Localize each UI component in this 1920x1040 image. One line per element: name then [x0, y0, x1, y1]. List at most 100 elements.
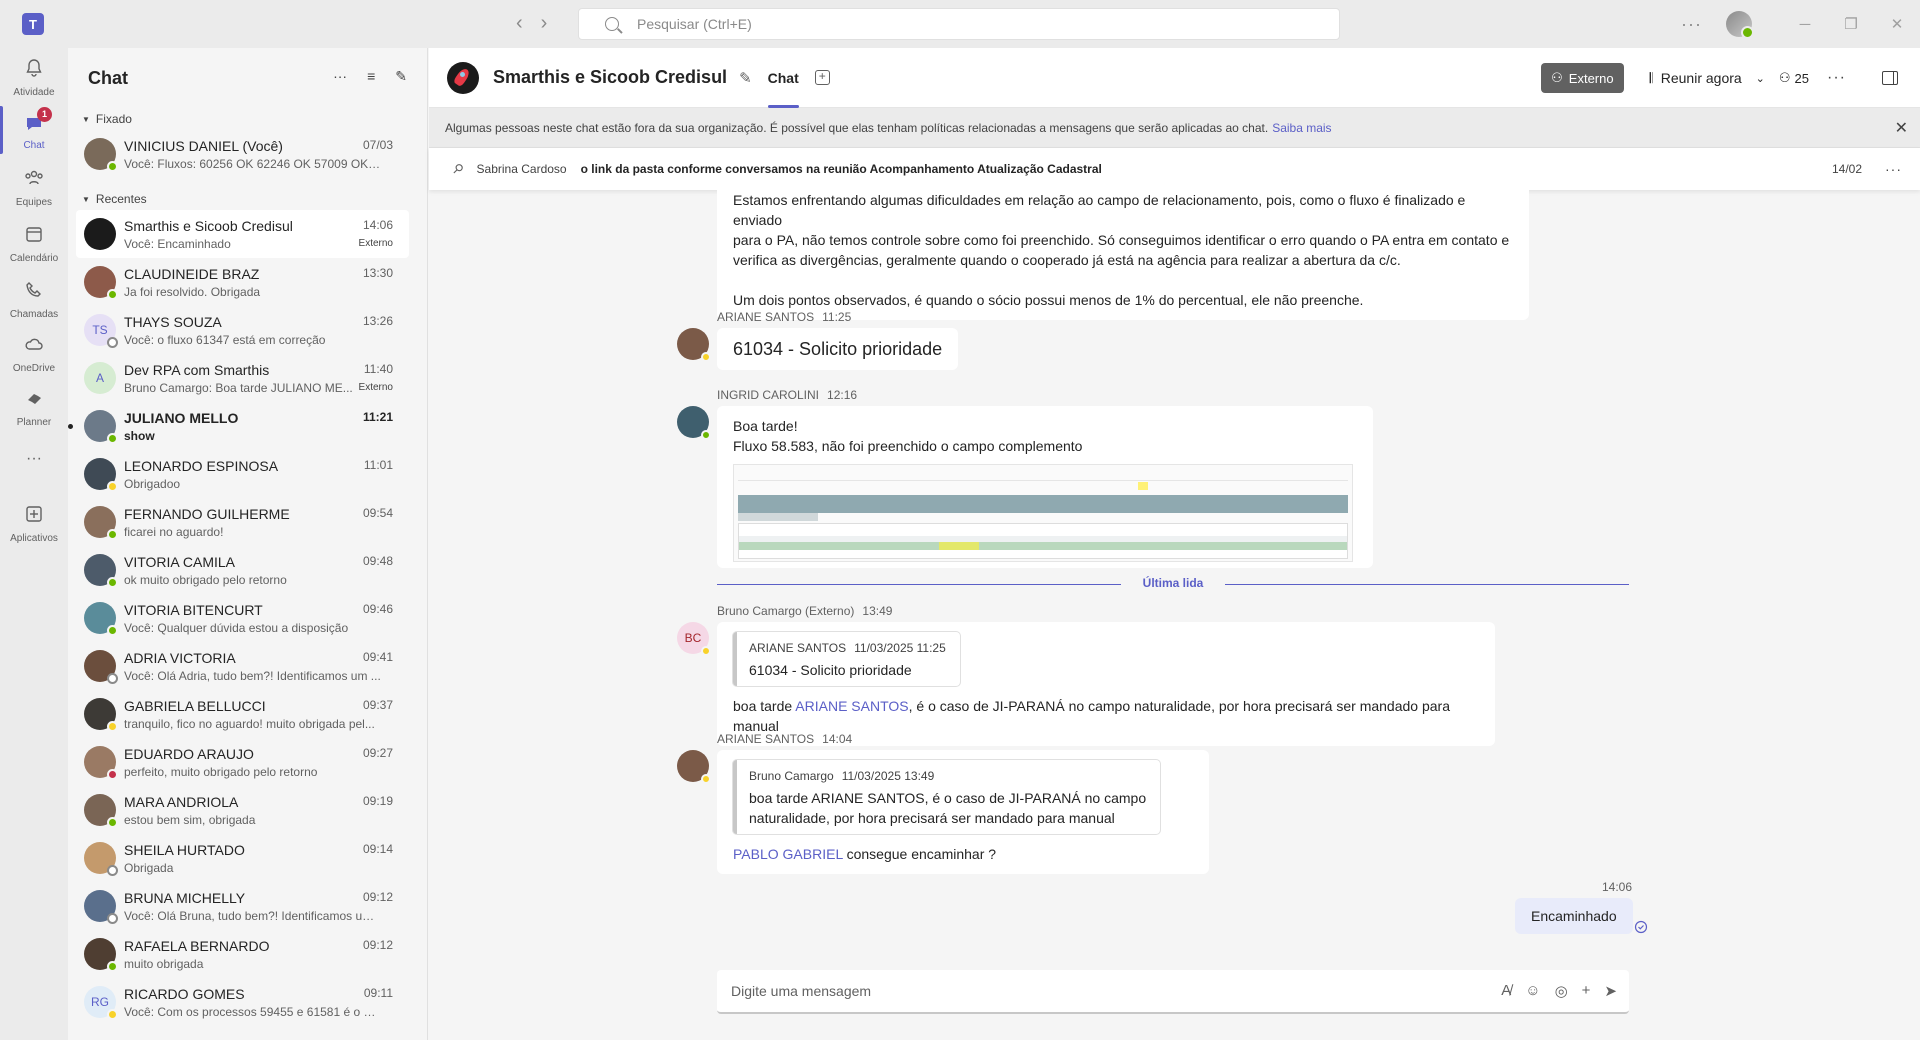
rail-label: Aplicativos	[10, 533, 58, 544]
rail-calendar[interactable]: Calendário	[0, 224, 68, 264]
attach-plus-icon[interactable]: +	[1582, 982, 1591, 1000]
chat-list-item[interactable]: A Dev RPA com Smarthis Bruno Camargo: Boa …	[76, 354, 409, 402]
chat-list-item[interactable]: CLAUDINEIDE BRAZ Ja foi resolvido. Obriga…	[76, 258, 409, 306]
message-meta: ARIANE SANTOS 14:04	[717, 732, 852, 746]
chat-list-item[interactable]: RG RICARDO GOMES Você: Com os processos 59…	[76, 978, 409, 1026]
rail-apps[interactable]: Aplicativos	[0, 504, 68, 544]
rail-planner[interactable]: Planner	[0, 388, 68, 428]
chat-list-item[interactable]: RAFAELA BERNARDO muito obrigada 09:12	[76, 930, 409, 978]
chat-preview: Você: Qualquer dúvida estou a disposição	[124, 620, 349, 635]
chat-name: EDUARDO ARAUJO	[124, 745, 254, 762]
emoji-icon[interactable]: ☺	[1525, 982, 1540, 1000]
section-pinned[interactable]: ▼ Fixado	[68, 108, 427, 130]
send-icon[interactable]: ➤	[1604, 982, 1617, 1000]
search-input[interactable]: Pesquisar (Ctrl+E)	[578, 8, 1340, 40]
format-icon[interactable]: A̸	[1501, 982, 1511, 1000]
own-message-bubble[interactable]: Encaminhado	[1515, 898, 1633, 934]
mention[interactable]: ARIANE SANTOS	[795, 698, 908, 714]
chat-time: 09:14	[362, 842, 393, 856]
settings-more-button[interactable]: ···	[1681, 14, 1702, 35]
chat-list-item[interactable]: SHEILA HURTADO Obrigada 09:14	[76, 834, 409, 882]
chat-list-item[interactable]: JULIANO MELLO show 11:21	[68, 402, 409, 450]
side-panel-icon[interactable]	[1882, 71, 1898, 85]
avatar	[84, 794, 118, 828]
chat-preview: muito obrigada	[124, 956, 204, 971]
chat-name: FERNANDO GUILHERME	[124, 505, 290, 522]
learn-more-link[interactable]: Saiba mais	[1272, 121, 1331, 135]
chat-list-item[interactable]: VINICIUS DANIEL (Você) Você: Fluxos: 6025…	[76, 130, 409, 178]
minimize-button[interactable]: ─	[1782, 16, 1828, 33]
chat-list-item[interactable]: BRUNA MICHELLY Você: Olá Bruna, tudo bem?…	[76, 882, 409, 930]
chat-preview: Bruno Camargo: Boa tarde JULIANO ME...	[124, 380, 353, 395]
chat-time: 13:30	[362, 266, 393, 280]
new-chat-icon[interactable]: ✎	[395, 68, 407, 85]
chat-list-item[interactable]: EDUARDO ARAUJO perfeito, muito obrigado p…	[76, 738, 409, 786]
rail-teams[interactable]: Equipes	[0, 168, 68, 208]
chat-list-item[interactable]: VITORIA CAMILA ok muito obrigado pelo ret…	[76, 546, 409, 594]
sender-avatar[interactable]: BC	[677, 622, 711, 656]
avatar-initials: BC	[684, 631, 702, 645]
message-bubble[interactable]: 61034 - Solicito prioridade	[717, 328, 959, 370]
back-button[interactable]: ‹	[516, 12, 523, 35]
message-text: Encaminhado	[1531, 908, 1617, 924]
sender-avatar[interactable]	[677, 406, 711, 440]
quote-text: boa tarde ARIANE SANTOS, é o caso de JI-…	[749, 790, 1147, 806]
pinned-message-bar[interactable]: ⚲ Sabrina Cardoso o link da pasta confor…	[429, 148, 1920, 190]
meet-now-button[interactable]: 𝄃 Reunir agora ⌄	[1650, 70, 1765, 87]
edit-name-icon[interactable]: ✎	[739, 69, 752, 87]
chat-list-item[interactable]: LEONARDO ESPINOSA Obrigadoo 11:01	[76, 450, 409, 498]
section-recent[interactable]: ▼ Recentes	[68, 188, 427, 210]
message-composer[interactable]: Digite uma mensagem A̸ ☺ ◎ + ➤	[717, 970, 1629, 1014]
sender-avatar[interactable]	[677, 328, 711, 362]
chat-list-item[interactable]: TS THAYS SOUZA Você: o fluxo 61347 está em…	[76, 306, 409, 354]
pinned-more-button[interactable]: ···	[1885, 161, 1902, 177]
rail-chat[interactable]: 1 Chat	[0, 106, 68, 154]
message-bubble[interactable]: Bruno Camargo 11/03/2025 13:49 boa tarde …	[717, 750, 1209, 874]
message-bubble[interactable]: Estamos enfrentando algumas dificuldades…	[717, 190, 1529, 320]
close-window-button[interactable]: ✕	[1874, 15, 1920, 33]
chat-list-title: Chat	[88, 67, 128, 88]
rail-onedrive[interactable]: OneDrive	[0, 334, 68, 374]
rail-more[interactable]: ···	[0, 450, 68, 468]
more-options-icon[interactable]: ···	[333, 68, 347, 85]
rail-label: Atividade	[13, 87, 55, 98]
chat-list-item[interactable]: GABRIELA BELLUCCI tranquilo, fico no agua…	[76, 690, 409, 738]
group-avatar[interactable]	[447, 61, 479, 94]
add-tab-icon[interactable]: +	[814, 70, 830, 85]
close-icon[interactable]: ✕	[1895, 118, 1908, 138]
mention[interactable]: PABLO GABRIEL	[733, 846, 843, 862]
rail-activity[interactable]: Atividade	[0, 58, 68, 98]
chat-preview: estou bem sim, obrigada	[124, 812, 256, 827]
chat-list-item[interactable]: VITORIA BITENCURT Você: Qualquer dúvida e…	[76, 594, 409, 642]
chat-more-button[interactable]: ···	[1827, 69, 1846, 87]
avatar	[84, 410, 118, 444]
profile-avatar[interactable]	[1726, 11, 1754, 39]
filter-icon[interactable]: ≡	[367, 68, 375, 85]
unread-dot	[68, 424, 73, 429]
message-bubble[interactable]: ARIANE SANTOS 11/03/2025 11:25 61034 - So…	[717, 622, 1495, 746]
quote-author: Bruno Camargo	[749, 769, 834, 783]
maximize-button[interactable]: ❐	[1828, 15, 1874, 33]
message-line: Estamos enfrentando algumas dificuldades…	[733, 192, 1466, 228]
teams-icon	[25, 170, 43, 185]
chat-time: 11:21	[362, 410, 393, 424]
chat-list-item[interactable]: Smarthis e Sicoob Credisul Você: Encaminh…	[76, 210, 409, 258]
chevron-down-icon[interactable]: ⌄	[1756, 72, 1765, 85]
quoted-message[interactable]: Bruno Camargo 11/03/2025 13:49 boa tarde …	[733, 760, 1161, 834]
quoted-message[interactable]: ARIANE SANTOS 11/03/2025 11:25 61034 - So…	[733, 632, 960, 686]
external-button[interactable]: ⚇ Externo	[1541, 63, 1624, 93]
participants-button[interactable]: ⚇ 25	[1779, 70, 1809, 86]
avatar	[84, 602, 118, 636]
tab-chat[interactable]: Chat	[767, 48, 799, 108]
rail-calls[interactable]: Chamadas	[0, 280, 68, 320]
sender-avatar[interactable]	[677, 750, 711, 784]
chat-list-item[interactable]: FERNANDO GUILHERME ficarei no aguardo! 09:…	[76, 498, 409, 546]
image-attachment[interactable]	[733, 464, 1353, 562]
chat-list-item[interactable]: MARA ANDRIOLA estou bem sim, obrigada 09:1…	[76, 786, 409, 834]
forward-button[interactable]: ›	[541, 12, 548, 35]
message-line: Um dois pontos observados, é quando o só…	[733, 292, 1364, 308]
message-bubble[interactable]: Boa tarde! Fluxo 58.583, não foi preench…	[717, 406, 1373, 568]
chat-list-item[interactable]: ADRIA VICTORIA Você: Olá Adria, tudo bem?…	[76, 642, 409, 690]
message-time: 14:06	[1602, 880, 1633, 894]
loop-icon[interactable]: ◎	[1555, 982, 1568, 1000]
